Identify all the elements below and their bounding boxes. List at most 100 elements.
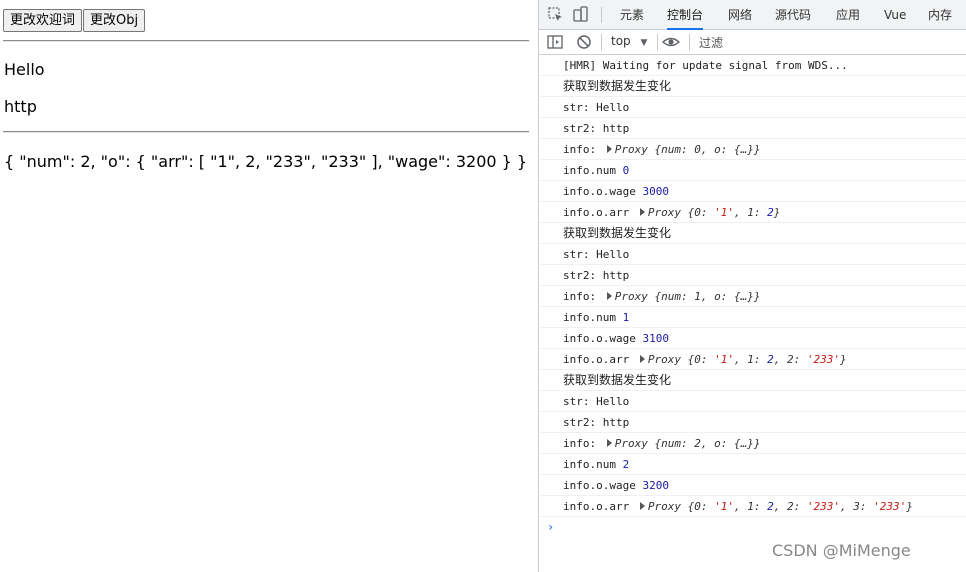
info-label: info: [563,437,603,450]
console-line-arr[interactable]: info.o.arr Proxy {0: '1', 1: 2} [539,202,966,223]
str-text: Hello [4,60,45,79]
num-value: 0 [622,164,630,177]
devtools-panel: 元素 控制台 网络 源代码 应用 Vue 内存 top ▼ 过滤 [HMR] W… [538,0,966,572]
console-line-info[interactable]: info: Proxy {num: 2, o: {…}} [539,433,966,454]
button-row: 更改欢迎词 更改Obj [3,9,146,32]
devtools-tabbar: 元素 控制台 网络 源代码 应用 Vue 内存 [539,0,966,30]
console-line-wage: info.o.wage 3100 [539,328,966,349]
arr-token: '1' [714,500,734,513]
tab-application[interactable]: 应用 [836,0,860,30]
context-selector[interactable]: top ▼ [611,34,647,48]
arr-label: info.o.arr [563,500,630,513]
tab-console[interactable]: 控制台 [667,0,704,30]
console-line-change: 获取到数据发生变化 [539,76,966,97]
num-label: info.num [563,164,616,177]
expand-triangle-icon[interactable] [639,208,645,216]
console-line-arr[interactable]: info.o.arr Proxy {0: '1', 1: 2, 2: '233'… [539,349,966,370]
proxy-label: Proxy [647,206,681,219]
str-label: str: [563,395,597,408]
console-line-info[interactable]: info: Proxy {num: 0, o: {…}} [539,139,966,160]
arr-token: , 1: [733,353,768,366]
clear-console-icon[interactable] [575,33,593,51]
arr-token: , 2: [773,353,807,366]
inspect-element-icon[interactable] [547,6,565,24]
tab-memory[interactable]: 内存 [928,0,952,30]
device-toolbar-icon[interactable] [572,6,590,24]
toolbar-separator-3 [689,34,690,51]
toolbar-separator [601,34,602,51]
proxy-label: Proxy [647,500,681,513]
num-label: info.num [563,458,616,471]
toolbar-separator-2 [657,34,658,51]
sidebar-toggle-icon[interactable] [546,33,564,51]
wage-value: 3200 [642,479,669,492]
change-greeting-button[interactable]: 更改欢迎词 [3,9,83,32]
change-message: 获取到数据发生变化 [563,226,672,240]
wage-label: info.o.wage [563,479,636,492]
proxy-label: Proxy [614,290,648,303]
info-label: info: [563,290,603,303]
arr-token: } [906,500,913,513]
change-message: 获取到数据发生变化 [563,373,672,387]
console-line-str2: str2: http [539,118,966,139]
console-line-wage: info.o.wage 3200 [539,475,966,496]
arr-token: 2 [767,353,774,366]
console-line-str: str: Hello [539,97,966,118]
console-line-num: info.num 2 [539,454,966,475]
tab-separator [601,7,602,23]
arr-token: {0: [687,353,715,366]
str-label: str: [563,101,597,114]
tab-sources[interactable]: 源代码 [775,0,811,30]
console-line-wage: info.o.wage 3000 [539,181,966,202]
hmr-message: [HMR] Waiting for update signal from WDS… [563,59,848,72]
wage-value: 3000 [642,185,669,198]
arr-token: , 3: [839,500,874,513]
arr-token: '1' [714,353,734,366]
console-toolbar: top ▼ 过滤 [539,30,966,55]
eye-icon[interactable] [662,33,680,51]
num-label: info.num [563,311,616,324]
arr-label: info.o.arr [563,206,630,219]
expand-triangle-icon[interactable] [606,292,612,300]
info-object: {num: 1, o: {…}} [654,290,761,303]
arr-token: 2 [767,206,774,219]
info-json-text: { "num": 2, "o": { "arr": [ "1", 2, "233… [4,152,528,171]
arr-token: {0: [687,206,715,219]
console-line-str: str: Hello [539,391,966,412]
context-value: top [611,34,631,48]
chevron-down-icon: ▼ [640,38,648,48]
console-line-arr[interactable]: info.o.arr Proxy {0: '1', 1: 2, 2: '233'… [539,496,966,517]
str-value: Hello [596,248,630,261]
divider-bottom [3,131,529,133]
console-line-num: info.num 0 [539,160,966,181]
arr-token: '233' [806,500,840,513]
filter-input[interactable]: 过滤 [699,34,723,51]
expand-triangle-icon[interactable] [639,502,645,510]
console-line-info[interactable]: info: Proxy {num: 1, o: {…}} [539,286,966,307]
str-value: Hello [596,395,630,408]
change-obj-button[interactable]: 更改Obj [83,9,146,32]
wage-label: info.o.wage [563,185,636,198]
wage-label: info.o.wage [563,332,636,345]
console-line-str2: str2: http [539,265,966,286]
arr-object: {0: '1', 1: 2} [688,206,781,219]
expand-triangle-icon[interactable] [606,439,612,447]
proxy-label: Proxy [614,437,648,450]
expand-triangle-icon[interactable] [606,145,612,153]
num-value: 1 [622,311,630,324]
str2-label: str2: [563,416,603,429]
str-value: Hello [596,101,630,114]
arr-token: '233' [806,353,840,366]
str-label: str: [563,248,597,261]
console-prompt[interactable]: › [547,520,554,534]
tab-elements[interactable]: 元素 [620,0,644,30]
str2-label: str2: [563,269,603,282]
arr-token: '233' [873,500,907,513]
divider-top [3,40,529,42]
arr-label: info.o.arr [563,353,630,366]
tab-network[interactable]: 网络 [728,0,752,30]
console-line-str2: str2: http [539,412,966,433]
arr-token: , 2: [773,500,807,513]
expand-triangle-icon[interactable] [639,355,645,363]
tab-vue[interactable]: Vue [884,0,906,30]
